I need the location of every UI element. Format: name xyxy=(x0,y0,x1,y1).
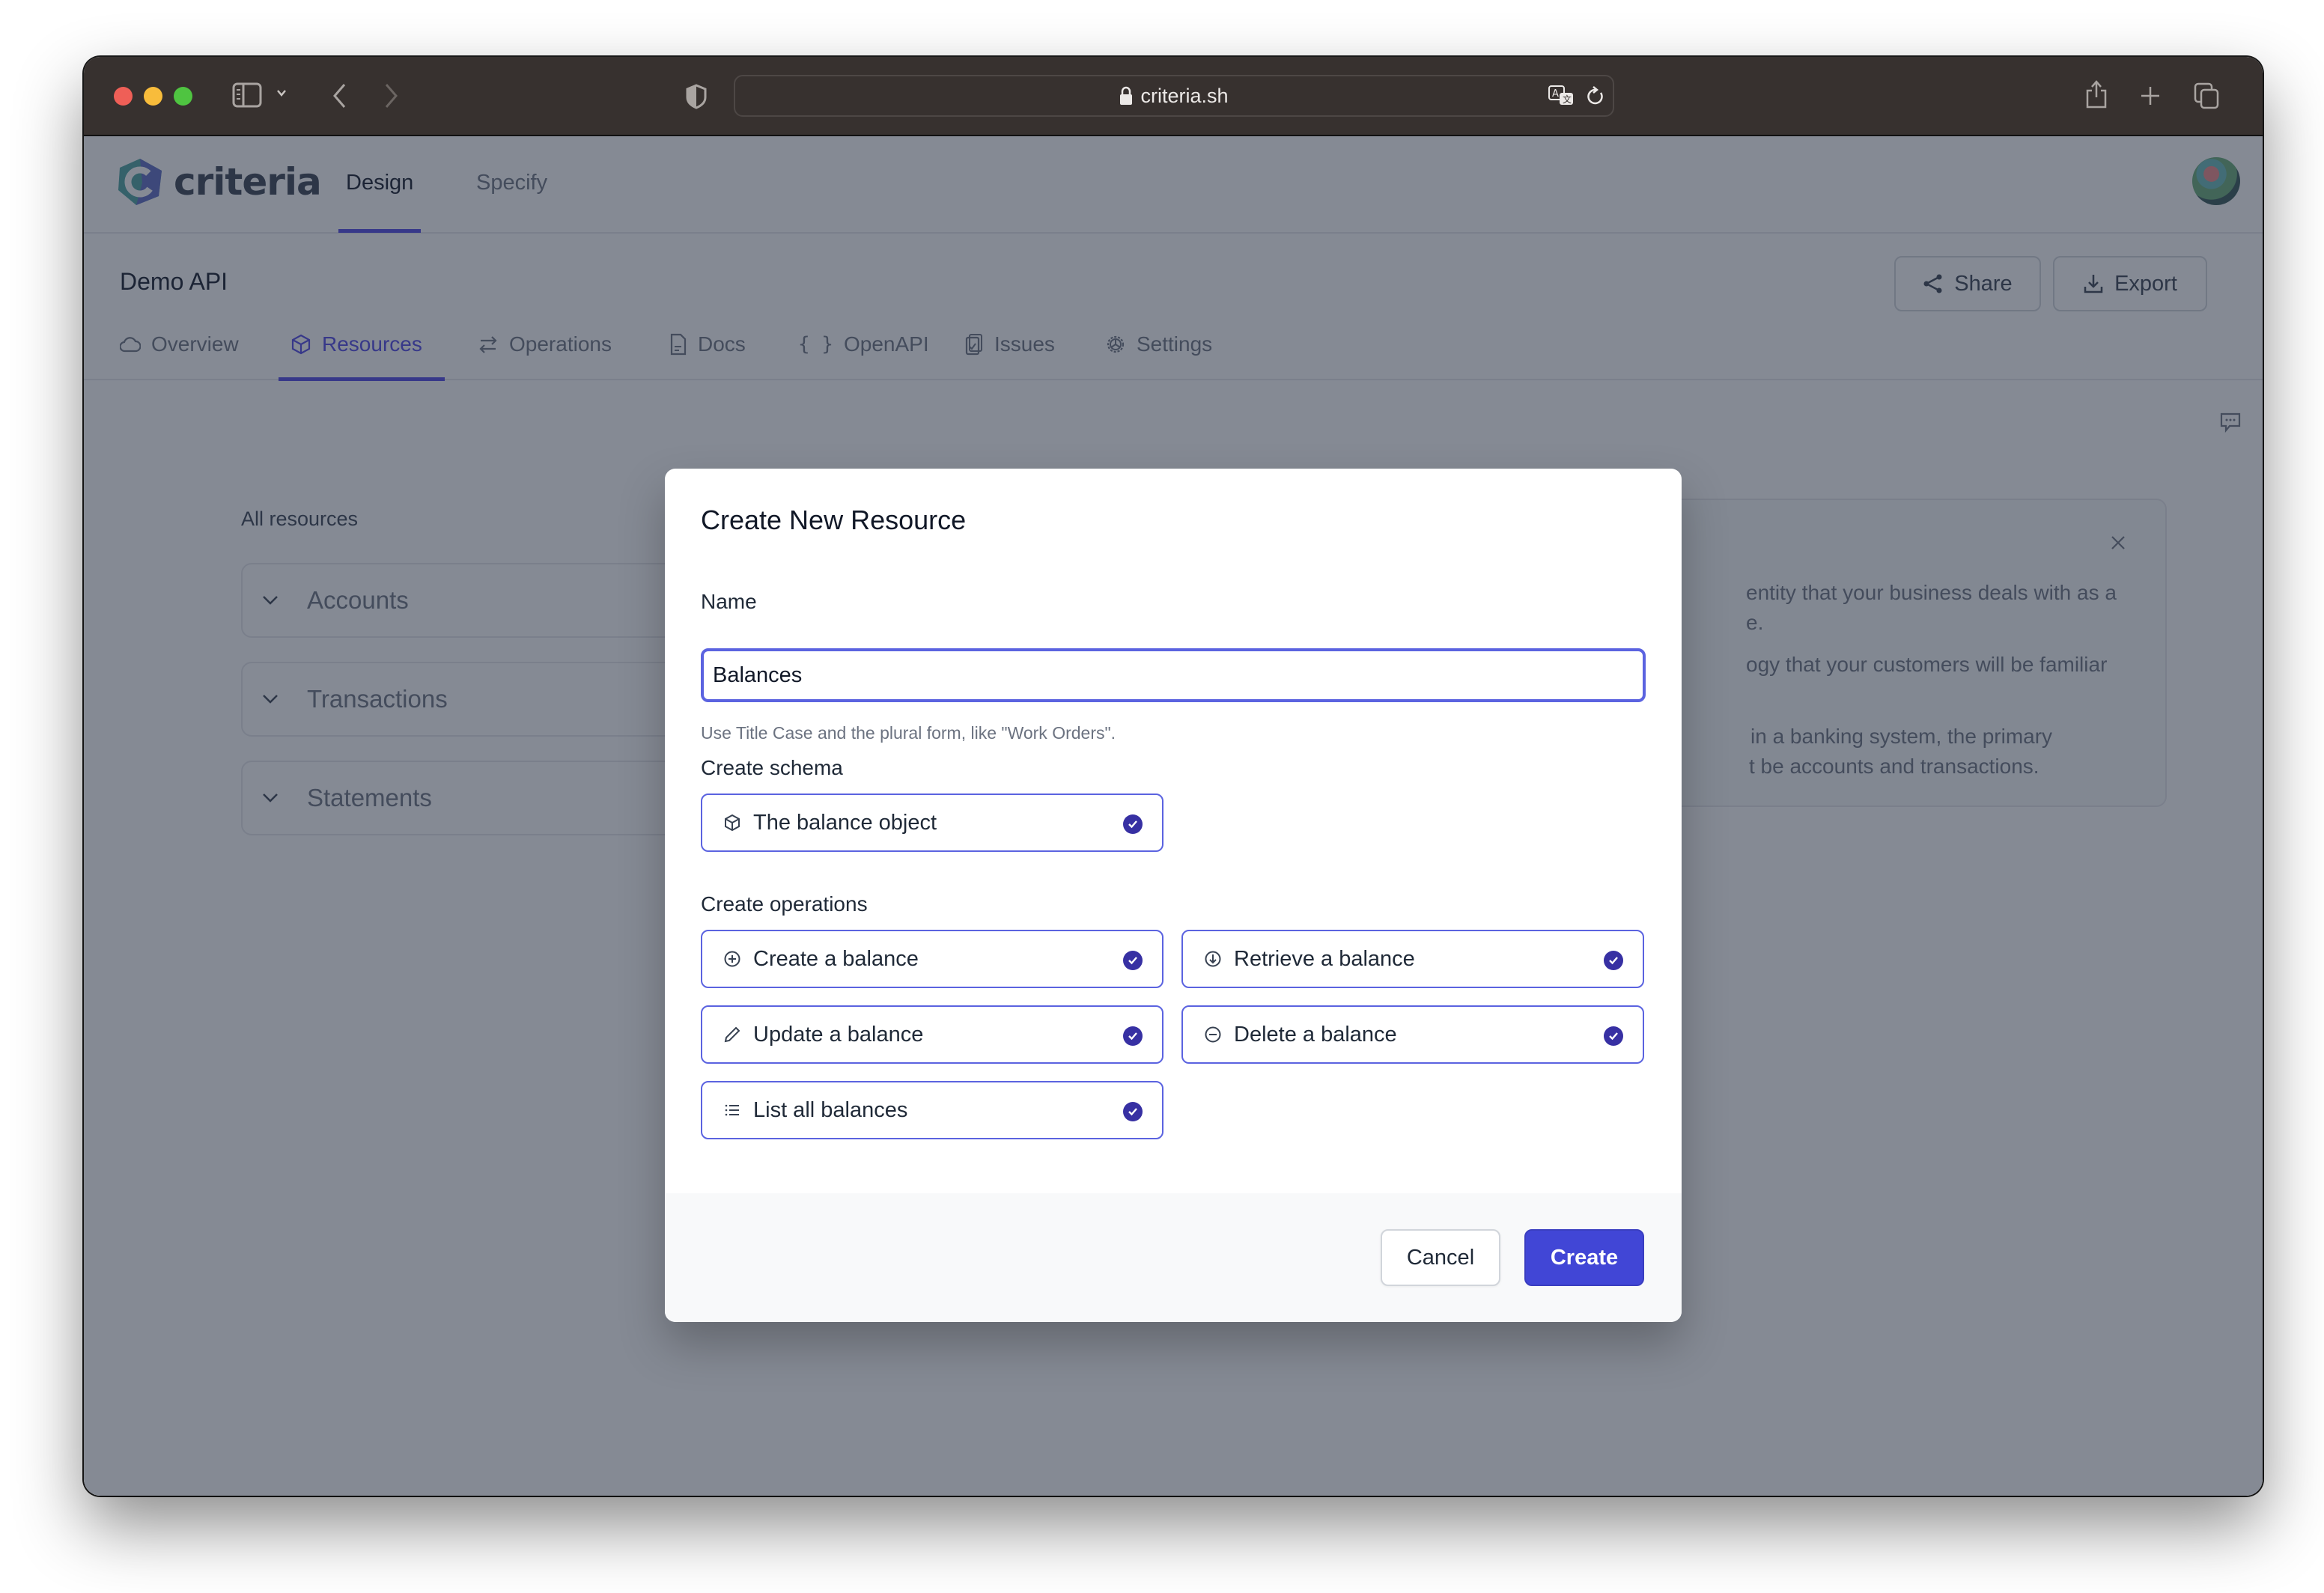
option-label: Retrieve a balance xyxy=(1234,946,1415,971)
minus-circle-icon xyxy=(1202,1026,1223,1044)
schema-label: Create schema xyxy=(701,756,843,779)
checked-icon[interactable] xyxy=(1604,1026,1623,1046)
option-label: Update a balance xyxy=(753,1022,924,1047)
checked-icon[interactable] xyxy=(1123,814,1143,834)
shield-icon[interactable] xyxy=(686,84,707,109)
app-page: criteria Design Specify Demo API Share E… xyxy=(84,136,2263,1496)
close-window-button[interactable] xyxy=(114,87,133,106)
option-label: Delete a balance xyxy=(1234,1022,1397,1047)
sidebar-toggle-icon[interactable] xyxy=(232,82,262,108)
minimize-window-button[interactable] xyxy=(144,87,162,106)
browser-toolbar: criteria.sh A文 xyxy=(84,57,2263,136)
checked-icon[interactable] xyxy=(1604,951,1623,970)
list-icon xyxy=(722,1101,743,1119)
svg-text:A: A xyxy=(1552,88,1559,100)
browser-window: criteria.sh A文 cr xyxy=(84,57,2263,1496)
arrow-down-circle-icon xyxy=(1202,950,1223,968)
maximize-window-button[interactable] xyxy=(174,87,192,106)
name-input[interactable] xyxy=(701,648,1646,702)
checked-icon[interactable] xyxy=(1123,1102,1143,1121)
operations-label: Create operations xyxy=(701,892,868,916)
name-label: Name xyxy=(701,590,757,613)
operation-option-list[interactable]: List all balances xyxy=(701,1081,1163,1139)
cube-icon xyxy=(722,814,743,832)
operation-option-update[interactable]: Update a balance xyxy=(701,1005,1163,1064)
option-label: Create a balance xyxy=(753,946,919,971)
address-bar[interactable]: criteria.sh A文 xyxy=(734,75,1614,117)
option-label: The balance object xyxy=(753,810,937,835)
option-label: List all balances xyxy=(753,1097,908,1122)
operation-option-create[interactable]: Create a balance xyxy=(701,930,1163,988)
pencil-icon xyxy=(722,1026,743,1044)
name-hint: Use Title Case and the plural form, like… xyxy=(701,723,1116,743)
dialog-title: Create New Resource xyxy=(701,505,967,535)
forward-icon[interactable] xyxy=(383,82,400,109)
share-icon[interactable] xyxy=(2084,79,2108,109)
checked-icon[interactable] xyxy=(1123,951,1143,970)
reload-icon[interactable] xyxy=(1586,85,1605,113)
create-resource-dialog: Create New Resource Name Use Title Case … xyxy=(665,469,1682,1322)
create-button[interactable]: Create xyxy=(1524,1229,1644,1286)
back-icon[interactable] xyxy=(331,82,347,109)
plus-circle-icon xyxy=(722,950,743,968)
operation-option-delete[interactable]: Delete a balance xyxy=(1181,1005,1644,1064)
new-tab-icon[interactable] xyxy=(2140,85,2161,106)
lock-icon xyxy=(1119,86,1133,106)
dialog-footer: Cancel Create xyxy=(665,1193,1682,1322)
svg-text:文: 文 xyxy=(1563,94,1572,105)
cancel-button[interactable]: Cancel xyxy=(1381,1229,1500,1286)
translate-icon[interactable]: A文 xyxy=(1548,85,1575,113)
chevron-down-icon[interactable] xyxy=(276,87,288,99)
checked-icon[interactable] xyxy=(1123,1026,1143,1046)
operation-option-retrieve[interactable]: Retrieve a balance xyxy=(1181,930,1644,988)
tab-overview-icon[interactable] xyxy=(2194,82,2221,109)
url-text: criteria.sh xyxy=(1140,84,1229,107)
schema-option[interactable]: The balance object xyxy=(701,794,1163,852)
